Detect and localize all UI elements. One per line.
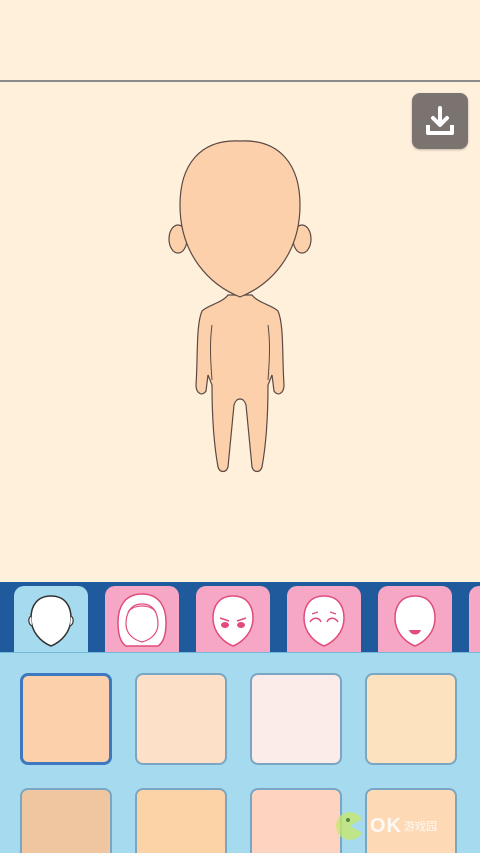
tab-eyes-closed[interactable]	[287, 586, 361, 653]
download-icon	[426, 106, 454, 135]
tab-eyes[interactable]	[196, 586, 270, 653]
tab-hair[interactable]	[105, 586, 179, 653]
color-swatch-3[interactable]	[250, 673, 342, 765]
category-tab-bar	[0, 582, 480, 653]
mouth-icon	[394, 594, 436, 647]
watermark: OK 游戏园	[334, 808, 474, 844]
watermark-suffix: 游戏园	[404, 821, 437, 833]
color-swatch-6[interactable]	[135, 788, 227, 853]
eyes-icon	[212, 594, 254, 647]
color-swatch-2[interactable]	[135, 673, 227, 765]
tab-mouth[interactable]	[378, 586, 452, 653]
head	[179, 140, 301, 298]
tab-more[interactable]	[469, 586, 480, 653]
color-swatch-4[interactable]	[365, 673, 457, 765]
face-shape-icon	[28, 594, 74, 647]
character-preview	[168, 140, 312, 473]
top-bar	[0, 0, 480, 81]
color-swatch-5[interactable]	[20, 788, 112, 853]
color-swatch-1[interactable]	[20, 673, 112, 765]
tab-face-shape[interactable]	[14, 586, 88, 653]
watermark-logo-icon	[336, 812, 364, 840]
eyes-closed-icon	[303, 594, 345, 647]
hair-icon	[117, 592, 167, 647]
color-swatch-7[interactable]	[250, 788, 342, 853]
download-button[interactable]	[412, 93, 468, 149]
body	[195, 294, 285, 473]
watermark-brand: OK	[370, 814, 402, 837]
